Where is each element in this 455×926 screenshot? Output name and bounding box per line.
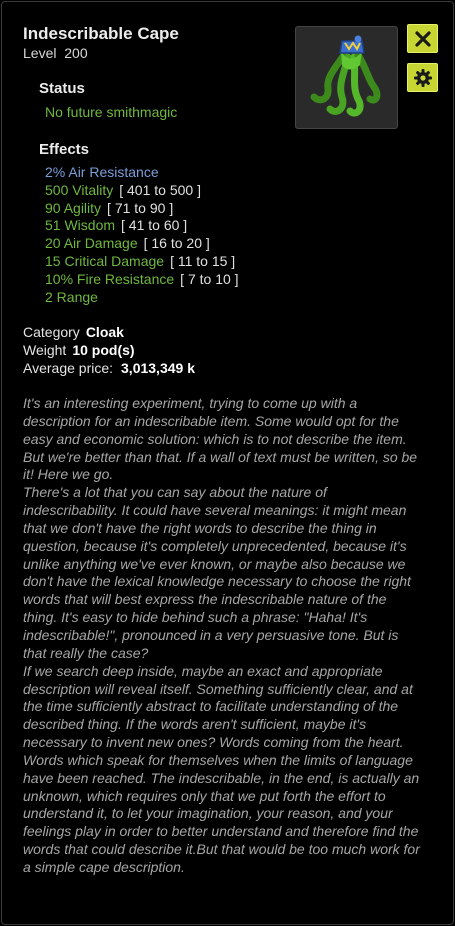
effect-text: 10% Fire Resistance	[45, 270, 175, 287]
effects-list: 2% Air Resistance 500 Vitality [ 401 to 50…	[45, 164, 239, 306]
effect-text: 20 Air Damage	[45, 235, 138, 252]
effect-range: [ 401 to 500 ]	[119, 181, 201, 198]
close-icon	[414, 30, 431, 47]
effect-line: 2 Range	[45, 289, 239, 307]
effect-range: [ 41 to 60 ]	[121, 217, 188, 234]
effect-range: [ 7 to 10 ]	[180, 270, 239, 287]
description-paragraph: There's a lot that you can say about the…	[23, 484, 411, 661]
item-image	[295, 26, 398, 129]
description-paragraph: If we search deep inside, maybe an exact…	[23, 662, 420, 875]
status-text: No future smithmagic	[45, 104, 178, 120]
effects-heading: Effects	[39, 141, 90, 158]
description-paragraph: It's an interesting experiment, trying t…	[23, 395, 418, 483]
effect-line: 90 Agility [ 71 to 90 ]	[45, 200, 239, 218]
item-tooltip-panel: Indescribable Cape Level 200 Status No f…	[1, 1, 454, 925]
gear-icon	[413, 68, 432, 87]
category-value: Cloak	[85, 324, 124, 340]
weight-label: Weight	[23, 342, 67, 358]
effect-text: 51 Wisdom	[45, 217, 116, 234]
effect-line: 10% Fire Resistance [ 7 to 10 ]	[45, 271, 239, 289]
effect-line: 2% Air Resistance	[45, 164, 239, 182]
price-value: 3,013,349 k	[121, 360, 195, 376]
cape-icon	[310, 35, 381, 117]
weight-value: 10 pod(s)	[72, 342, 135, 358]
item-name: Indescribable Cape	[23, 24, 179, 43]
effect-range: [ 16 to 20 ]	[143, 235, 210, 252]
effect-text: 15 Critical Damage	[45, 252, 165, 269]
effect-range: [ 11 to 15 ]	[170, 252, 236, 269]
item-description: It's an interesting experiment, trying t…	[23, 395, 423, 877]
effect-line: 500 Vitality [ 401 to 500 ]	[45, 182, 239, 200]
effect-line: 15 Critical Damage [ 11 to 15 ]	[45, 253, 239, 271]
category-label: Category	[23, 324, 80, 340]
level-value: 200	[64, 45, 88, 61]
effect-text: 2% Air Resistance	[45, 164, 159, 180]
weight-row: Weight 10 pod(s)	[23, 342, 135, 358]
status-heading: Status	[39, 80, 85, 97]
settings-button[interactable]	[407, 63, 438, 92]
price-row: Average price: 3,013,349 k	[23, 360, 195, 376]
effect-text: 500 Vitality	[45, 181, 114, 198]
effect-text: 90 Agility	[45, 199, 102, 216]
effect-range: [ 71 to 90 ]	[107, 199, 174, 216]
effect-text: 2 Range	[45, 288, 98, 305]
item-level: Level 200	[23, 45, 88, 61]
effect-line: 20 Air Damage [ 16 to 20 ]	[45, 235, 239, 253]
effect-line: 51 Wisdom [ 41 to 60 ]	[45, 217, 239, 235]
price-label: Average price:	[23, 360, 114, 376]
close-button[interactable]	[407, 24, 438, 53]
level-label: Level	[23, 45, 57, 61]
category-row: Category Cloak	[23, 324, 124, 340]
